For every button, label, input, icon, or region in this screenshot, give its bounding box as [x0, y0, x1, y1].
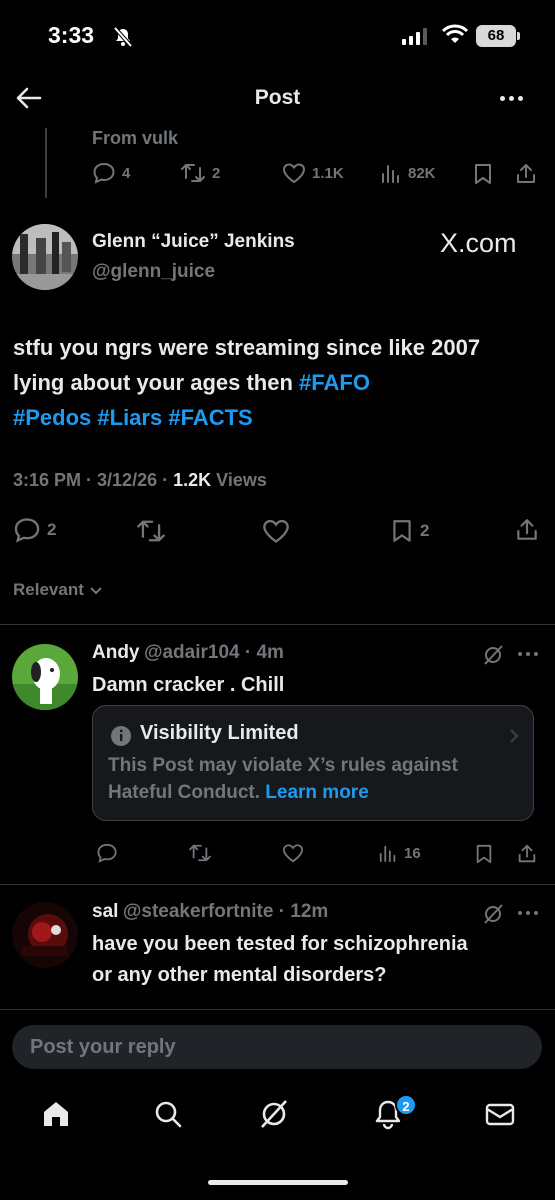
repost-icon: [180, 162, 206, 184]
composer-divider: [0, 1009, 555, 1010]
bookmark-icon[interactable]: [474, 843, 494, 865]
post-reply-count: 2: [47, 520, 57, 539]
sort-dropdown[interactable]: Relevant: [13, 580, 103, 600]
learn-more-link[interactable]: Learn more: [265, 782, 368, 803]
author-name[interactable]: Glenn “Juice” Jenkins: [92, 231, 295, 253]
views-icon: [380, 162, 402, 184]
status-time: 3:33: [48, 22, 95, 48]
reply-views-button[interactable]: 16: [378, 843, 421, 863]
bookmark-icon[interactable]: [472, 162, 494, 186]
author-avatar[interactable]: [12, 224, 78, 290]
heart-icon[interactable]: [282, 843, 304, 863]
battery-cap: [517, 32, 520, 40]
reply-icon[interactable]: [96, 843, 118, 863]
battery-indicator: 68: [476, 25, 516, 47]
post-reply-button[interactable]: 2: [13, 517, 56, 543]
thread-connector-line: [45, 128, 47, 198]
reply-text-line: have you been tested for schizophrenia: [92, 933, 468, 955]
wifi-icon: [442, 24, 468, 44]
post-body-text: stfu you ngrs were streaming since like …: [13, 335, 481, 395]
post-bookmark-button[interactable]: 2: [390, 518, 429, 544]
reply-avatar[interactable]: [12, 644, 78, 710]
source-label: X.com: [440, 228, 517, 258]
share-icon[interactable]: [514, 162, 538, 186]
reply-icon: [92, 162, 116, 184]
hashtag-link[interactable]: #Pedos: [13, 405, 91, 430]
hashtag-link[interactable]: #FAFO: [299, 370, 370, 395]
post-bookmark-count: 2: [420, 521, 430, 540]
author-handle[interactable]: @glenn_juice: [92, 261, 215, 283]
grok-icon[interactable]: [482, 903, 504, 925]
sort-label: Relevant: [13, 580, 84, 599]
hashtag-link[interactable]: #FACTS: [168, 405, 252, 430]
reply-more-icon[interactable]: [518, 911, 538, 915]
post-text: stfu you ngrs were streaming since like …: [13, 330, 533, 435]
more-options-icon[interactable]: [500, 96, 523, 101]
chevron-right-icon: [508, 727, 520, 745]
post-meta: 3:16 PM · 3/12/26 · 1.2K Views: [13, 470, 267, 490]
post-time: 3:16 PM: [13, 470, 82, 490]
home-indicator: [208, 1180, 348, 1185]
parent-reply-count: 4: [122, 164, 131, 182]
post-views-label: Views: [216, 470, 267, 490]
reply-avatar[interactable]: [12, 902, 78, 968]
reply-header: Andy @adair104 · 4m: [92, 642, 284, 663]
section-divider: [0, 624, 555, 625]
repost-icon[interactable]: [136, 518, 166, 544]
reply-age: 12m: [290, 901, 329, 922]
reply-composer-input[interactable]: Post your reply: [12, 1025, 542, 1069]
reply-author-name[interactable]: sal: [92, 901, 118, 922]
grok-icon[interactable]: [482, 644, 504, 666]
messages-envelope-icon[interactable]: [484, 1098, 516, 1130]
bookmark-icon: [390, 518, 414, 544]
reply-divider: [0, 884, 555, 885]
grok-icon[interactable]: [258, 1098, 290, 1130]
silent-bell-icon: [112, 26, 134, 48]
reply-icon: [13, 517, 41, 543]
parent-reply-button[interactable]: 4: [92, 162, 130, 184]
notice-body: This Post may violate X’s rules against …: [108, 752, 523, 806]
info-icon: [110, 725, 132, 747]
parent-repost-count: 2: [212, 164, 221, 182]
parent-like-button[interactable]: 1.1K: [282, 162, 344, 184]
repost-icon[interactable]: [188, 843, 212, 863]
notifications-badge: 2: [395, 1094, 417, 1116]
reply-text: have you been tested for schizophrenia o…: [92, 929, 468, 991]
parent-like-count: 1.1K: [312, 164, 344, 182]
parent-views-count: 82K: [408, 164, 436, 182]
reply-more-icon[interactable]: [518, 652, 538, 656]
reply-author-handle[interactable]: @adair104: [144, 642, 240, 663]
reply-views-count: 16: [404, 844, 421, 862]
reply-header: sal @steakerfortnite · 12m: [92, 901, 329, 922]
heart-icon: [282, 162, 306, 184]
views-icon: [378, 843, 398, 863]
from-label: From vulk: [92, 128, 179, 148]
share-icon[interactable]: [514, 517, 540, 543]
home-icon[interactable]: [40, 1098, 72, 1130]
parent-views-button[interactable]: 82K: [380, 162, 436, 184]
cellular-signal-icon: [402, 28, 427, 45]
reply-age: 4m: [256, 642, 284, 663]
share-icon[interactable]: [516, 843, 538, 865]
hashtag-link[interactable]: #Liars: [97, 405, 162, 430]
search-icon[interactable]: [152, 1098, 184, 1130]
reply-text: Damn cracker . Chill: [92, 674, 285, 696]
post-date: 3/12/26: [97, 470, 158, 490]
reply-author-handle[interactable]: @steakerfortnite: [123, 901, 274, 922]
parent-repost-button[interactable]: 2: [180, 162, 220, 184]
notice-title: Visibility Limited: [140, 722, 299, 744]
reply-text-line: or any other mental disorders?: [92, 964, 387, 986]
page-title: Post: [254, 86, 301, 109]
reply-author-name[interactable]: Andy: [92, 642, 140, 663]
chevron-down-icon: [89, 586, 103, 596]
post-views-count: 1.2K: [173, 470, 212, 490]
heart-icon[interactable]: [262, 518, 290, 544]
